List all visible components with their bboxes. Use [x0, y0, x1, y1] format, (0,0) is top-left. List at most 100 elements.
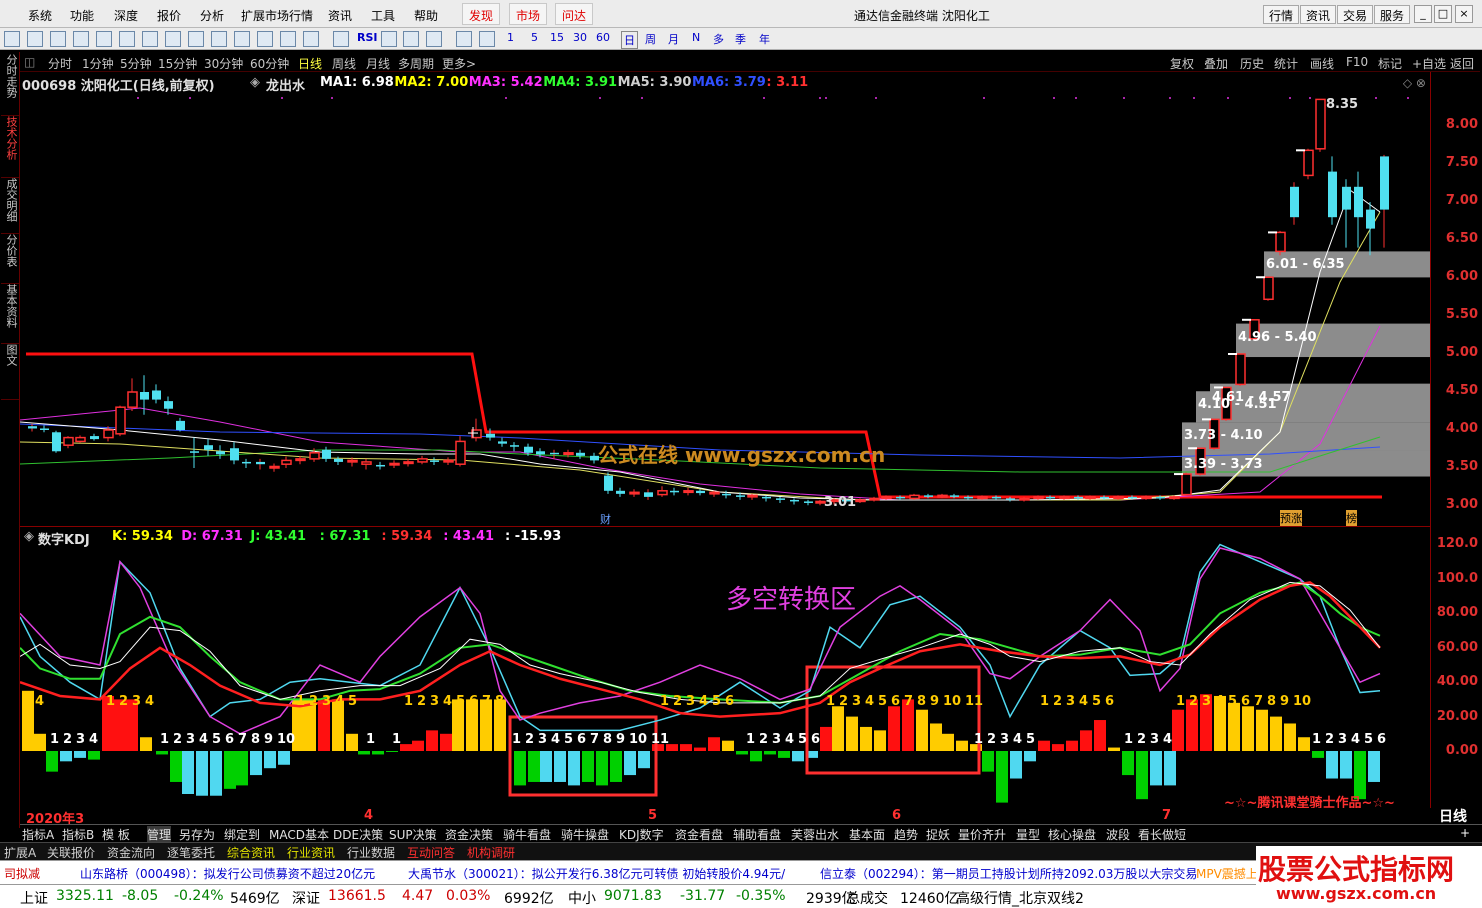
return-button[interactable]: 返回: [1450, 55, 1474, 72]
indicator-tab[interactable]: 资金决策: [445, 826, 493, 843]
minimize-icon[interactable]: _: [1414, 5, 1432, 23]
close-icon[interactable]: ×: [1455, 5, 1473, 23]
menu-info[interactable]: 资讯: [328, 7, 352, 24]
grid-icon[interactable]: [96, 31, 112, 47]
kline-icon[interactable]: [142, 31, 158, 47]
line-chart-icon[interactable]: [119, 31, 135, 47]
nav-timeshare[interactable]: 分时走势: [1, 54, 19, 116]
menu-ext-market[interactable]: 扩展市场行情: [241, 7, 313, 24]
indicator-tab[interactable]: 核心操盘: [1048, 826, 1096, 843]
indicator-tab[interactable]: 捉妖: [926, 826, 950, 843]
news-item[interactable]: MPV震撼上: [1196, 865, 1258, 882]
nav-tick-detail[interactable]: 成交明细: [1, 178, 19, 234]
draw-button[interactable]: 画线: [1310, 55, 1334, 72]
info-tab[interactable]: 关联报价: [47, 844, 95, 861]
indicator-tab[interactable]: 管理: [147, 826, 172, 843]
f10-icon[interactable]: [257, 31, 273, 47]
period-tab[interactable]: 多周期: [398, 55, 434, 72]
quote-button[interactable]: 行情: [1263, 5, 1300, 24]
move-icon[interactable]: [403, 31, 419, 47]
add-tab-icon[interactable]: +: [1460, 826, 1470, 840]
indicator-tab[interactable]: 资金看盘: [675, 826, 723, 843]
menu-discover[interactable]: 发现: [462, 3, 501, 25]
period-1[interactable]: 1: [507, 31, 514, 44]
menu-quote[interactable]: 报价: [157, 7, 181, 24]
indicator-tab[interactable]: 看长做短: [1138, 826, 1186, 843]
period-season[interactable]: 季: [735, 31, 746, 47]
news-item[interactable]: 信立泰（002294）：第一期员工持股计划所持2092.03万股以大宗交易: [820, 865, 1197, 882]
pen-icon[interactable]: [426, 31, 442, 47]
period-year[interactable]: 年: [759, 31, 770, 47]
indicator-icon[interactable]: [333, 31, 349, 47]
refresh-icon[interactable]: [479, 31, 495, 47]
period-tab[interactable]: 5分钟: [120, 55, 152, 72]
mark-button[interactable]: 标记: [1378, 55, 1402, 72]
down-icon[interactable]: [50, 31, 66, 47]
news-item[interactable]: 司拟减: [4, 865, 40, 882]
back-icon[interactable]: [4, 31, 20, 47]
period-15[interactable]: 15: [550, 31, 564, 44]
period-tab[interactable]: 分时: [48, 55, 72, 72]
table-icon[interactable]: [165, 31, 181, 47]
indicator-tab[interactable]: 芙蓉出水: [791, 826, 839, 843]
maximize-icon[interactable]: □: [1434, 5, 1452, 23]
period-day[interactable]: 日: [621, 31, 638, 49]
adjust-button[interactable]: 复权: [1170, 55, 1194, 72]
trade-button[interactable]: 交易: [1337, 5, 1374, 24]
period-tab[interactable]: 1分钟: [82, 55, 114, 72]
period-n[interactable]: N: [692, 31, 700, 44]
indicator-tab[interactable]: 指标A: [22, 826, 54, 843]
info-button[interactable]: 资讯: [1300, 5, 1337, 24]
indicator-tab[interactable]: 量价齐升: [958, 826, 1006, 843]
menu-depth[interactable]: 深度: [114, 7, 138, 24]
menu-function[interactable]: 功能: [70, 7, 94, 24]
menu-help[interactable]: 帮助: [414, 7, 438, 24]
nav-price-table[interactable]: 分价表: [1, 234, 19, 284]
menu-market[interactable]: 市场: [509, 3, 548, 25]
indicator-tab[interactable]: 基本面: [849, 826, 885, 843]
fund-icon[interactable]: [188, 31, 204, 47]
period-multi[interactable]: 多: [713, 31, 724, 47]
forecast-marker[interactable]: 预涨: [1280, 510, 1302, 526]
info-tab[interactable]: 互动问答: [407, 844, 455, 861]
indicator-tab[interactable]: 绑定到: [224, 826, 260, 843]
kline-chart[interactable]: 000698 沈阳化工(日线,前复权) ◈ 龙出水 MA1: 6.98 MA2: …: [20, 72, 1430, 526]
period-month[interactable]: 月: [668, 31, 679, 47]
period-60[interactable]: 60: [596, 31, 610, 44]
indicator-tab[interactable]: 骑牛看盘: [503, 826, 551, 843]
rsi-icon[interactable]: RSI: [357, 31, 378, 44]
kdj-chart[interactable]: ◈ 数字KDJ K: 59.34 D: 67.31 J: 43.41: 67.31:…: [20, 526, 1430, 811]
info-tab[interactable]: 资金流向: [107, 844, 155, 861]
news-icon[interactable]: [280, 31, 296, 47]
history-button[interactable]: 历史: [1240, 55, 1264, 72]
indicator-tab[interactable]: 指标B: [62, 826, 94, 843]
indicator-tab[interactable]: 模 板: [102, 826, 130, 843]
indicator-tab[interactable]: 趋势: [894, 826, 918, 843]
fs-icon[interactable]: [456, 31, 472, 47]
overlay-button[interactable]: 叠加: [1204, 55, 1228, 72]
indicator-tab[interactable]: SUP决策: [389, 826, 437, 843]
rank-marker[interactable]: 榜: [1346, 510, 1357, 526]
period-tab[interactable]: 周线: [332, 55, 356, 72]
f10-button[interactable]: F10: [1346, 55, 1368, 69]
indicator-tab[interactable]: 量型: [1016, 826, 1040, 843]
stats-button[interactable]: 统计: [1274, 55, 1298, 72]
period-week[interactable]: 周: [645, 31, 656, 47]
more-periods[interactable]: 更多>: [442, 55, 476, 72]
news-item[interactable]: 大禹节水（300021）：拟公开发行6.38亿元可转债 初始转股价4.94元/: [408, 865, 785, 882]
indicator-tab[interactable]: 另存为: [179, 826, 215, 843]
up-icon[interactable]: [27, 31, 43, 47]
finance-marker[interactable]: 财: [600, 511, 611, 527]
report-icon[interactable]: [211, 31, 227, 47]
nav-f10[interactable]: 图文F10: [0, 344, 19, 400]
menu-system[interactable]: 系统: [28, 7, 52, 24]
period-tab-day[interactable]: 日线: [298, 55, 322, 72]
indicator-tab[interactable]: KDJ数字: [619, 826, 664, 843]
menu-analysis[interactable]: 分析: [200, 7, 224, 24]
panel-toggle-icon[interactable]: ◫: [24, 55, 35, 69]
info-tab[interactable]: 扩展A: [4, 844, 36, 861]
menu-tools[interactable]: 工具: [371, 7, 395, 24]
nav-tech-analysis[interactable]: 技术分析: [1, 116, 19, 178]
add-watchlist-button[interactable]: +自选: [1412, 55, 1446, 72]
info-tab[interactable]: 逐笔委托: [167, 844, 215, 861]
